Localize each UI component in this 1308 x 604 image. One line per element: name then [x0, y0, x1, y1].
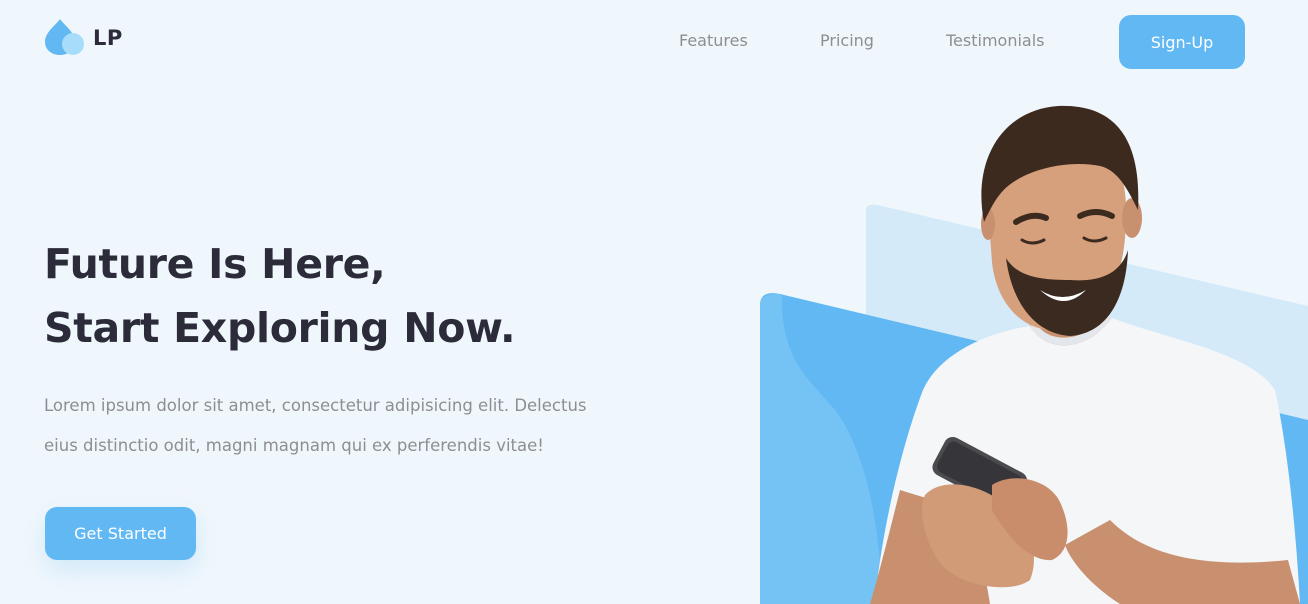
hero-description-line-1: Lorem ipsum dolor sit amet, consectetur …: [44, 396, 587, 415]
brand-logo[interactable]: LP: [44, 18, 123, 58]
signup-button[interactable]: Sign-Up: [1119, 15, 1245, 69]
hero-illustration: [760, 105, 1308, 604]
nav-link-testimonials[interactable]: Testimonials: [946, 31, 1045, 50]
water-drop-icon: [45, 19, 84, 55]
get-started-button[interactable]: Get Started: [45, 507, 196, 560]
nav-link-features[interactable]: Features: [679, 31, 748, 50]
hero-title: Future Is Here, Start Exploring Now.: [44, 232, 516, 360]
hero-description: Lorem ipsum dolor sit amet, consectetur …: [44, 386, 644, 466]
nav-link-pricing[interactable]: Pricing: [820, 31, 874, 50]
top-navbar: LP Features Pricing Testimonials Sign-Up: [0, 0, 1308, 86]
hero-title-line-1: Future Is Here,: [44, 240, 386, 288]
hero-description-line-2: eius distinctio odit, magni magnam qui e…: [44, 436, 544, 455]
brand-name: LP: [93, 26, 123, 50]
hero-title-line-2: Start Exploring Now.: [44, 304, 516, 352]
